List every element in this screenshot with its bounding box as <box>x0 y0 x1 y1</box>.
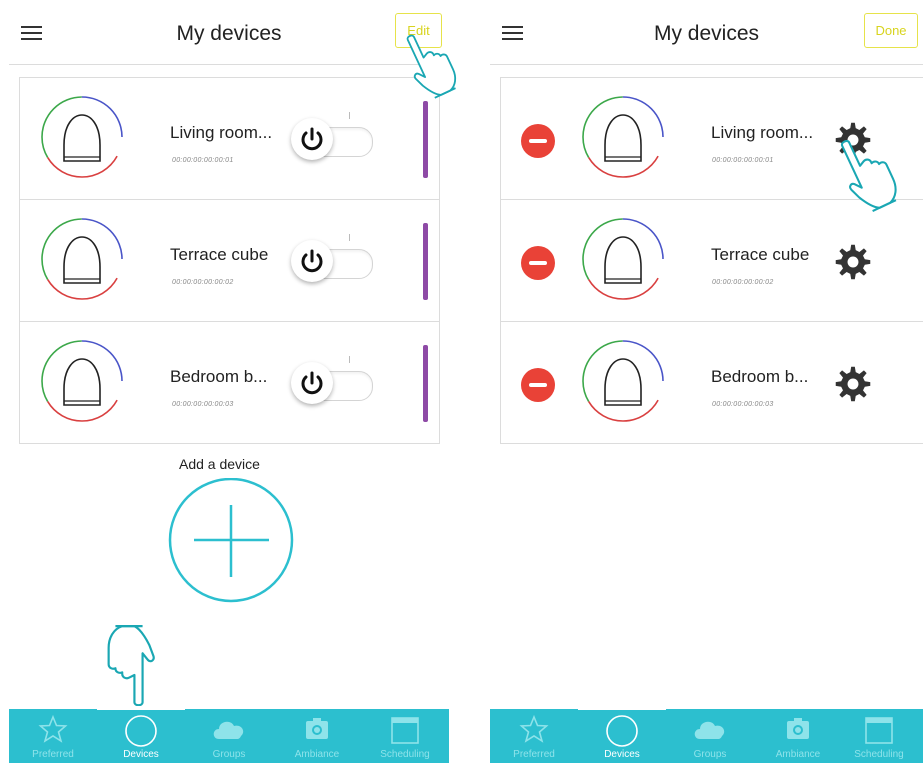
bulb-icon <box>41 96 123 178</box>
tab-preferred[interactable]: Preferred <box>490 709 578 763</box>
device-list: Living room... 00:00:00:00:00:01 Terrace… <box>500 77 923 444</box>
delete-device-button[interactable] <box>521 246 555 280</box>
device-color-bar <box>423 101 428 178</box>
circle-icon <box>606 715 638 747</box>
device-mac: 00:00:00:00:00:03 <box>712 401 774 408</box>
device-name: Terrace cube <box>170 245 269 264</box>
tab-label: Groups <box>212 749 246 760</box>
device-row: Living room... 00:00:00:00:00:01 <box>501 78 923 200</box>
page-title: My devices <box>176 22 282 45</box>
cloud-icon <box>694 721 725 739</box>
tab-ambiance[interactable]: Ambiance <box>754 709 842 763</box>
device-row[interactable]: Terrace cube 00:00:00:00:00:02 <box>20 200 439 322</box>
device-name: Living room... <box>170 123 273 142</box>
device-row: Terrace cube 00:00:00:00:00:02 <box>501 200 923 322</box>
app-header: My devices Edit <box>9 0 449 65</box>
power-toggle[interactable] <box>291 356 373 406</box>
tab-label: Preferred <box>513 749 555 760</box>
device-name: Living room... <box>711 123 814 142</box>
device-mac: 00:00:00:00:00:01 <box>712 157 774 164</box>
device-mac: 00:00:00:00:00:02 <box>712 279 774 286</box>
tap-hint-hand-icon <box>107 625 155 707</box>
tab-label: Groups <box>693 749 727 760</box>
tab-preferred[interactable]: Preferred <box>9 709 97 763</box>
edit-button[interactable]: Edit <box>395 13 442 48</box>
tab-devices[interactable]: Devices <box>578 709 666 763</box>
device-color-bar <box>423 223 428 300</box>
device-list: Living room... 00:00:00:00:00:01 Terrace… <box>19 77 440 444</box>
device-row: Bedroom b... 00:00:00:00:00:03 <box>501 322 923 443</box>
tab-label: Devices <box>604 749 640 760</box>
camera-icon <box>787 718 809 739</box>
device-mac: 00:00:00:00:00:01 <box>172 157 234 164</box>
devices-screen-edit-mode: My devices Done Living room... 00:00:00:… <box>490 0 923 763</box>
gear-icon[interactable] <box>833 242 873 282</box>
circle-icon <box>125 715 157 747</box>
device-name: Bedroom b... <box>170 367 268 386</box>
add-device-label: Add a device <box>179 456 260 472</box>
star-icon <box>519 714 549 743</box>
tab-label: Preferred <box>32 749 74 760</box>
power-icon <box>301 127 323 151</box>
power-icon <box>301 249 323 273</box>
bulb-icon <box>41 218 123 300</box>
tab-devices[interactable]: Devices <box>97 709 185 763</box>
power-toggle[interactable] <box>291 112 373 162</box>
power-toggle[interactable] <box>291 234 373 284</box>
delete-device-button[interactable] <box>521 368 555 402</box>
cloud-icon <box>213 721 244 739</box>
bottom-nav-bar: Preferred Devices Groups Ambiance Schedu… <box>9 706 449 763</box>
tab-groups[interactable]: Groups <box>666 709 754 763</box>
page-title: My devices <box>653 22 760 45</box>
calendar-icon <box>391 717 419 744</box>
device-color-bar <box>423 345 428 422</box>
device-name: Terrace cube <box>711 245 810 264</box>
bottom-nav-bar: Preferred Devices Groups Ambiance Schedu… <box>490 706 923 763</box>
bulb-icon <box>582 96 664 178</box>
device-row[interactable]: Bedroom b... 00:00:00:00:00:03 <box>20 322 439 443</box>
device-name: Bedroom b... <box>711 367 809 386</box>
delete-device-button[interactable] <box>521 124 555 158</box>
bulb-icon <box>582 340 664 422</box>
gear-icon[interactable] <box>833 120 873 160</box>
camera-icon <box>306 718 328 739</box>
tab-label: Devices <box>123 749 159 760</box>
add-device-button[interactable] <box>167 478 299 604</box>
gear-icon[interactable] <box>833 364 873 404</box>
calendar-icon <box>865 717 893 744</box>
tab-label: Ambiance <box>775 749 821 760</box>
device-mac: 00:00:00:00:00:03 <box>172 401 234 408</box>
devices-screen-normal: My devices Edit Living room... 00:00:00:… <box>9 0 462 763</box>
done-button[interactable]: Done <box>864 13 918 48</box>
tab-scheduling[interactable]: Scheduling <box>835 709 923 763</box>
power-icon <box>301 371 323 395</box>
app-header: My devices Done <box>490 0 923 65</box>
bulb-icon <box>582 218 664 300</box>
device-mac: 00:00:00:00:00:02 <box>172 279 234 286</box>
tab-label: Ambiance <box>294 749 340 760</box>
star-icon <box>38 714 68 743</box>
device-row[interactable]: Living room... 00:00:00:00:00:01 <box>20 78 439 200</box>
bulb-icon <box>41 340 123 422</box>
tab-label: Scheduling <box>854 749 904 760</box>
tab-groups[interactable]: Groups <box>185 709 273 763</box>
tab-scheduling[interactable]: Scheduling <box>361 709 449 763</box>
tab-label: Scheduling <box>380 749 430 760</box>
tab-ambiance[interactable]: Ambiance <box>273 709 361 763</box>
